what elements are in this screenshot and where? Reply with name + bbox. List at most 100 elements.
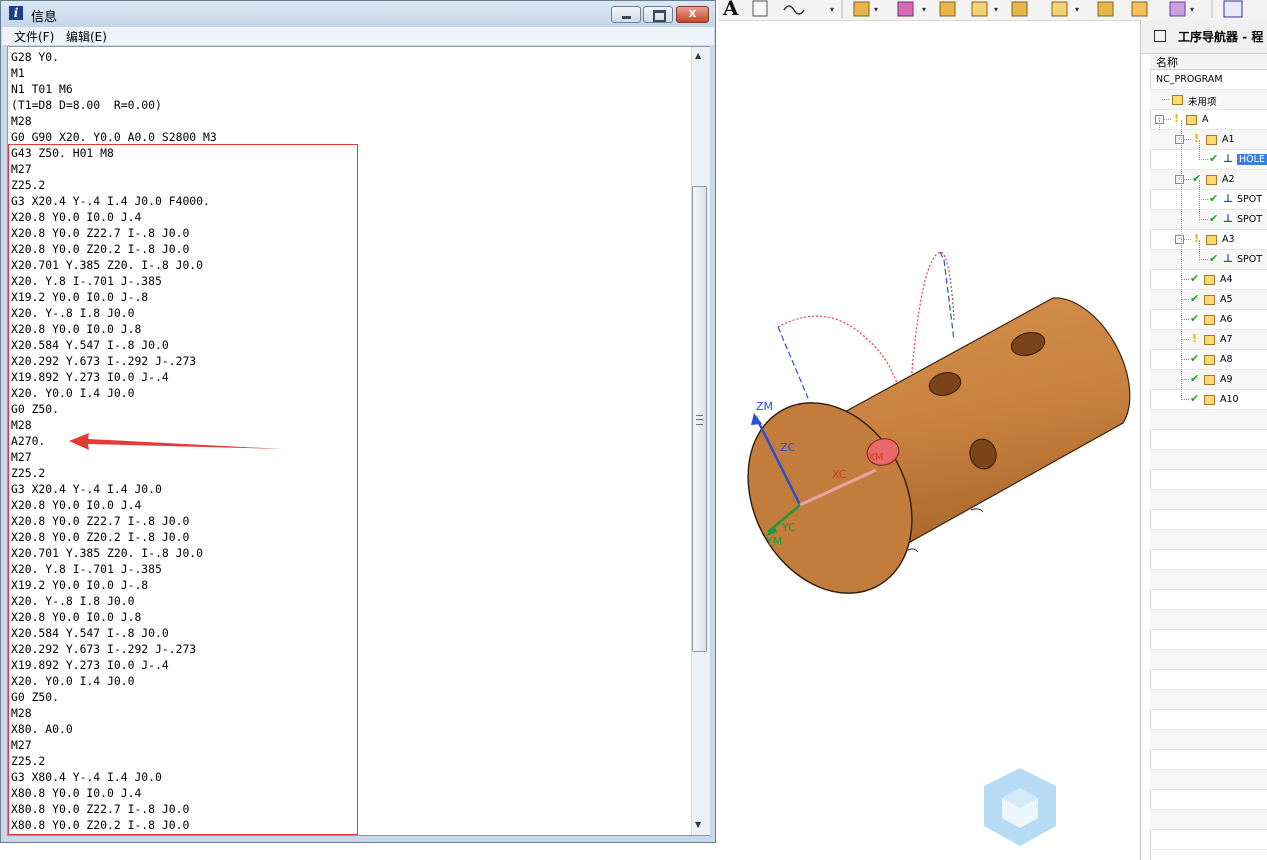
collapse-icon[interactable]: - bbox=[1175, 135, 1184, 144]
navigator-item-label: SPOT bbox=[1237, 214, 1263, 225]
navigator-pin-checkbox[interactable] bbox=[1154, 30, 1166, 42]
tree-connector bbox=[1199, 240, 1200, 260]
navigator-item-label: A7 bbox=[1220, 334, 1233, 345]
cylinder-part[interactable] bbox=[718, 297, 1131, 622]
tree-connector bbox=[1201, 219, 1208, 220]
tree-connector bbox=[1182, 379, 1189, 380]
empty-row bbox=[1150, 510, 1267, 530]
folder-icon bbox=[1206, 175, 1217, 185]
check-icon: ✔ bbox=[1190, 272, 1200, 285]
code-line: (T1=D8 D=8.00 R=0.00) bbox=[11, 98, 162, 112]
check-icon: ✔ bbox=[1190, 372, 1200, 385]
code-line: G0 G90 X20. Y0.0 A0.0 S2800 M3 bbox=[11, 130, 217, 144]
axis-label-yc: YC bbox=[781, 521, 796, 534]
navigator-item-label: A2 bbox=[1222, 174, 1235, 185]
info-icon: i bbox=[9, 6, 23, 20]
navigator-item-label: A9 bbox=[1220, 374, 1233, 385]
text-tool-icon[interactable]: A bbox=[723, 0, 739, 20]
drill-tool-icon: ⊥ bbox=[1223, 192, 1234, 205]
empty-row bbox=[1150, 630, 1267, 650]
empty-row bbox=[1150, 690, 1267, 710]
page-tool-icon[interactable] bbox=[752, 0, 768, 17]
check-icon: ✔ bbox=[1190, 352, 1200, 365]
empty-row bbox=[1150, 410, 1267, 430]
graphics-viewport[interactable]: ZM ZC XC XM YC YM bbox=[718, 20, 1140, 860]
empty-row bbox=[1150, 430, 1267, 450]
folder-icon bbox=[1204, 355, 1215, 365]
minimize-button[interactable] bbox=[611, 6, 641, 23]
collapse-icon[interactable]: - bbox=[1175, 175, 1184, 184]
tree-connector bbox=[1184, 179, 1191, 180]
navigator-item-label: NC_PROGRAM bbox=[1156, 74, 1223, 85]
title-bar[interactable]: i 信息 x bbox=[1, 1, 715, 27]
check-icon: ✔ bbox=[1209, 212, 1219, 225]
code-line: G28 Y0. bbox=[11, 50, 60, 64]
empty-row bbox=[1150, 710, 1267, 730]
svg-text:▾: ▾ bbox=[994, 5, 998, 14]
empty-row bbox=[1150, 570, 1267, 590]
tree-connector bbox=[1181, 120, 1182, 400]
curve-tool-icon[interactable] bbox=[783, 5, 805, 15]
maximize-button[interactable] bbox=[643, 6, 673, 23]
menu-file[interactable]: 文件(F) bbox=[14, 28, 54, 45]
collapse-icon[interactable]: - bbox=[1175, 235, 1184, 244]
empty-row bbox=[1150, 530, 1267, 550]
folder-icon bbox=[1204, 375, 1215, 385]
dropdown-arrow-icon[interactable]: ▾ bbox=[830, 5, 834, 14]
menu-edit[interactable]: 编辑(E) bbox=[66, 28, 107, 45]
check-icon: ✔ bbox=[1190, 292, 1200, 305]
operation-tool-icons[interactable] bbox=[853, 0, 1243, 18]
code-line: N1 T01 M6 bbox=[11, 82, 73, 96]
navigator-item-label: A4 bbox=[1220, 274, 1233, 285]
check-icon: ✔ bbox=[1190, 392, 1200, 405]
navigator-item-label: A3 bbox=[1222, 234, 1235, 245]
tree-connector bbox=[1182, 359, 1189, 360]
drill-tool-icon: ⊥ bbox=[1223, 212, 1234, 225]
empty-row bbox=[1150, 550, 1267, 570]
check-icon: ✔ bbox=[1209, 192, 1219, 205]
navigator-item-label: A6 bbox=[1220, 314, 1233, 325]
axis-label-xc: XC bbox=[832, 468, 847, 481]
tree-connector bbox=[1162, 99, 1169, 100]
navigator-title: 工序导航器 - 程 bbox=[1178, 30, 1264, 44]
navigator-item-label: A8 bbox=[1220, 354, 1233, 365]
close-button[interactable]: x bbox=[676, 6, 709, 23]
tree-connector bbox=[1182, 339, 1189, 340]
navigator-item-label: A bbox=[1202, 114, 1209, 125]
folder-icon bbox=[1204, 315, 1215, 325]
tree-connector bbox=[1164, 119, 1171, 120]
tree-connector bbox=[1182, 279, 1189, 280]
svg-text:▾: ▾ bbox=[1190, 5, 1194, 14]
axis-label-zm: ZM bbox=[756, 400, 773, 413]
code-line: M28 bbox=[11, 114, 32, 128]
scroll-down-arrow-icon[interactable]: ▼ bbox=[695, 820, 701, 829]
check-icon: ✔ bbox=[1209, 252, 1219, 265]
tree-connector bbox=[1182, 299, 1189, 300]
empty-row bbox=[1150, 750, 1267, 770]
empty-row bbox=[1150, 470, 1267, 490]
tree-connector bbox=[1199, 140, 1200, 160]
red-highlight-box bbox=[8, 144, 358, 835]
drill-tool-icon: ⊥ bbox=[1223, 152, 1234, 165]
warning-icon: ! bbox=[1174, 112, 1180, 125]
drill-tool-icon: ⊥ bbox=[1223, 252, 1234, 265]
tree-connector bbox=[1184, 139, 1191, 140]
navigator-item-label: SPOT bbox=[1237, 194, 1263, 205]
empty-row bbox=[1150, 790, 1267, 810]
info-window: i 信息 x 文件(F) 编辑(E) G28 Y0. M1 N1 T01 M6 (T1… bbox=[0, 0, 716, 843]
tree-connector bbox=[1201, 259, 1208, 260]
watermark-logo-icon bbox=[984, 768, 1056, 846]
empty-row bbox=[1150, 810, 1267, 830]
check-icon: ✔ bbox=[1209, 152, 1219, 165]
axis-label-xm: XM bbox=[868, 452, 883, 463]
empty-row bbox=[1150, 490, 1267, 510]
tree-connector bbox=[1199, 180, 1200, 220]
svg-text:▾: ▾ bbox=[922, 5, 926, 14]
folder-icon bbox=[1204, 295, 1215, 305]
scroll-up-arrow-icon[interactable]: ▲ bbox=[695, 51, 701, 60]
toolbar-icons: ▾ ▾ ▾ ▾ ▾ ▾ bbox=[752, 0, 1243, 18]
svg-text:▾: ▾ bbox=[874, 5, 878, 14]
folder-icon bbox=[1204, 275, 1215, 285]
tree-connector bbox=[1182, 399, 1189, 400]
navigator-item-label: A5 bbox=[1220, 294, 1233, 305]
